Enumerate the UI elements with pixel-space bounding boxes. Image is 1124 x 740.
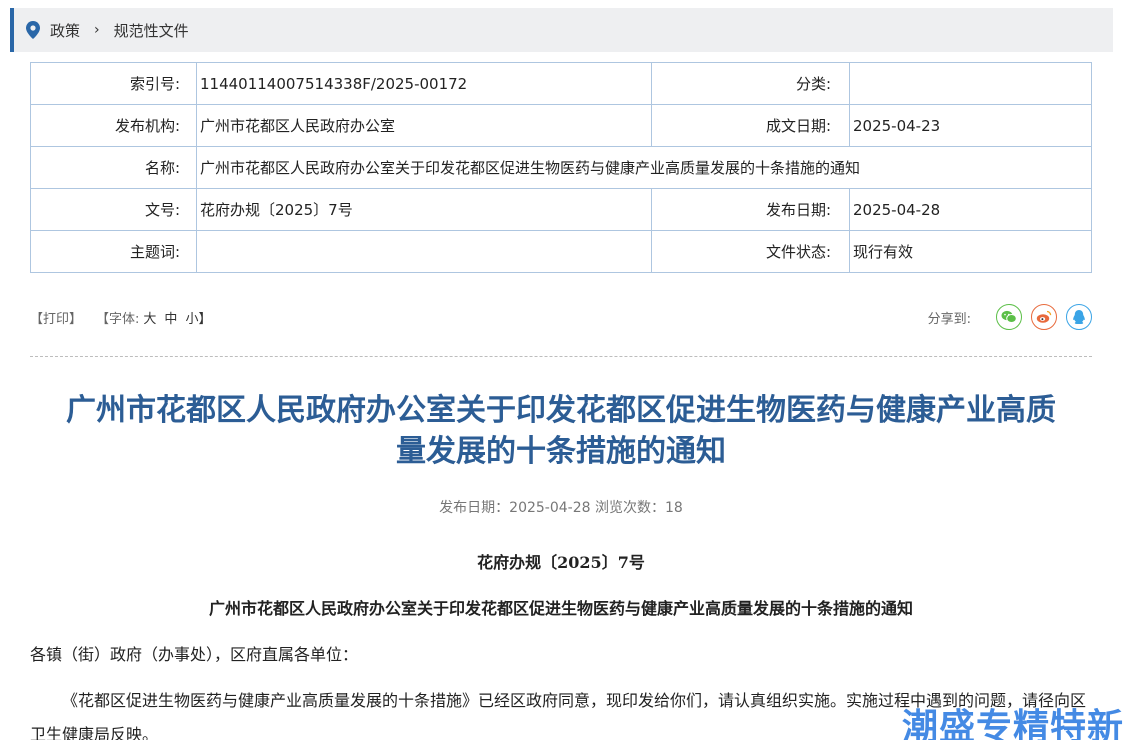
name-value: 广州市花都区人民政府办公室关于印发花都区促进生物医药与健康产业高质量发展的十条措… [196,146,1092,189]
docno-label: 文号: [30,188,197,231]
document-metadata-table: 索引号: 11440114007514338F/2025-00172 分类: 发… [30,62,1092,273]
written-date-value: 2025-04-23 [849,104,1092,147]
category-value [849,62,1092,105]
divider [30,356,1092,357]
status-label: 文件状态: [651,230,850,273]
breadcrumb-normative-docs-link[interactable]: 规范性文件 [114,20,189,41]
index-value: 11440114007514338F/2025-00172 [196,62,652,105]
category-label: 分类: [651,62,850,105]
name-label: 名称: [30,146,197,189]
pub-date-value: 2025-04-28 [849,188,1092,231]
written-date-label: 成文日期: [651,104,850,147]
article-title: 广州市花都区人民政府办公室关于印发花都区促进生物医药与健康产业高质 量发展的十条… [30,390,1092,472]
index-label: 索引号: [30,62,197,105]
publish-info: 发布日期：2025-04-28 浏览次数：18 [439,500,683,516]
publisher-label: 发布机构: [30,104,197,147]
article-subtitle: 广州市花都区人民政府办公室关于印发花都区促进生物医药与健康产业高质量发展的十条措… [208,599,913,618]
qq-icon[interactable] [1066,304,1092,330]
table-row: 索引号: 11440114007514338F/2025-00172 分类: [30,62,1092,105]
print-button[interactable]: 【打印】 [30,308,82,327]
table-row: 文号: 花府办规〔2025〕7号 发布日期: 2025-04-28 [30,188,1092,231]
font-large-button[interactable]: 大 [143,308,156,327]
wechat-icon[interactable] [996,304,1022,330]
docno-value: 花府办规〔2025〕7号 [196,188,652,231]
subject-label: 主题词: [30,230,197,273]
article-toolbar: 【打印】 【字体: 大 中 小】 分享到: [30,300,1092,334]
font-medium-button[interactable]: 中 [164,308,177,327]
share-group: 分享到: [928,304,1092,330]
table-row: 名称: 广州市花都区人民政府办公室关于印发花都区促进生物医药与健康产业高质量发展… [30,146,1092,189]
pub-date-label: 发布日期: [651,188,850,231]
publisher-value: 广州市花都区人民政府办公室 [196,104,652,147]
font-small-button[interactable]: 小】 [185,308,211,327]
article-title-line2: 量发展的十条措施的通知 [396,434,726,469]
salutation: 各镇（街）政府（办事处），区府直属各单位： [30,645,359,664]
subject-value [196,230,652,273]
font-size-label: 【字体: [96,311,140,327]
watermark-logo: 潮盛专精特新 [901,707,1124,740]
breadcrumb: 政策 › 规范性文件 [10,8,1113,52]
status-value: 现行有效 [849,230,1092,273]
document-number: 花府办规〔2025〕7号 [477,553,645,572]
article-title-line1: 广州市花都区人民政府办公室关于印发花都区促进生物医药与健康产业高质 [66,393,1056,428]
table-row: 主题词: 文件状态: 现行有效 [30,230,1092,273]
share-label: 分享到: [927,311,971,327]
breadcrumb-policy-link[interactable]: 政策 [50,20,80,41]
location-pin-icon [26,21,40,39]
weibo-icon[interactable] [1031,304,1057,330]
table-row: 发布机构: 广州市花都区人民政府办公室 成文日期: 2025-04-23 [30,104,1092,147]
breadcrumb-separator-icon: › [94,22,100,38]
